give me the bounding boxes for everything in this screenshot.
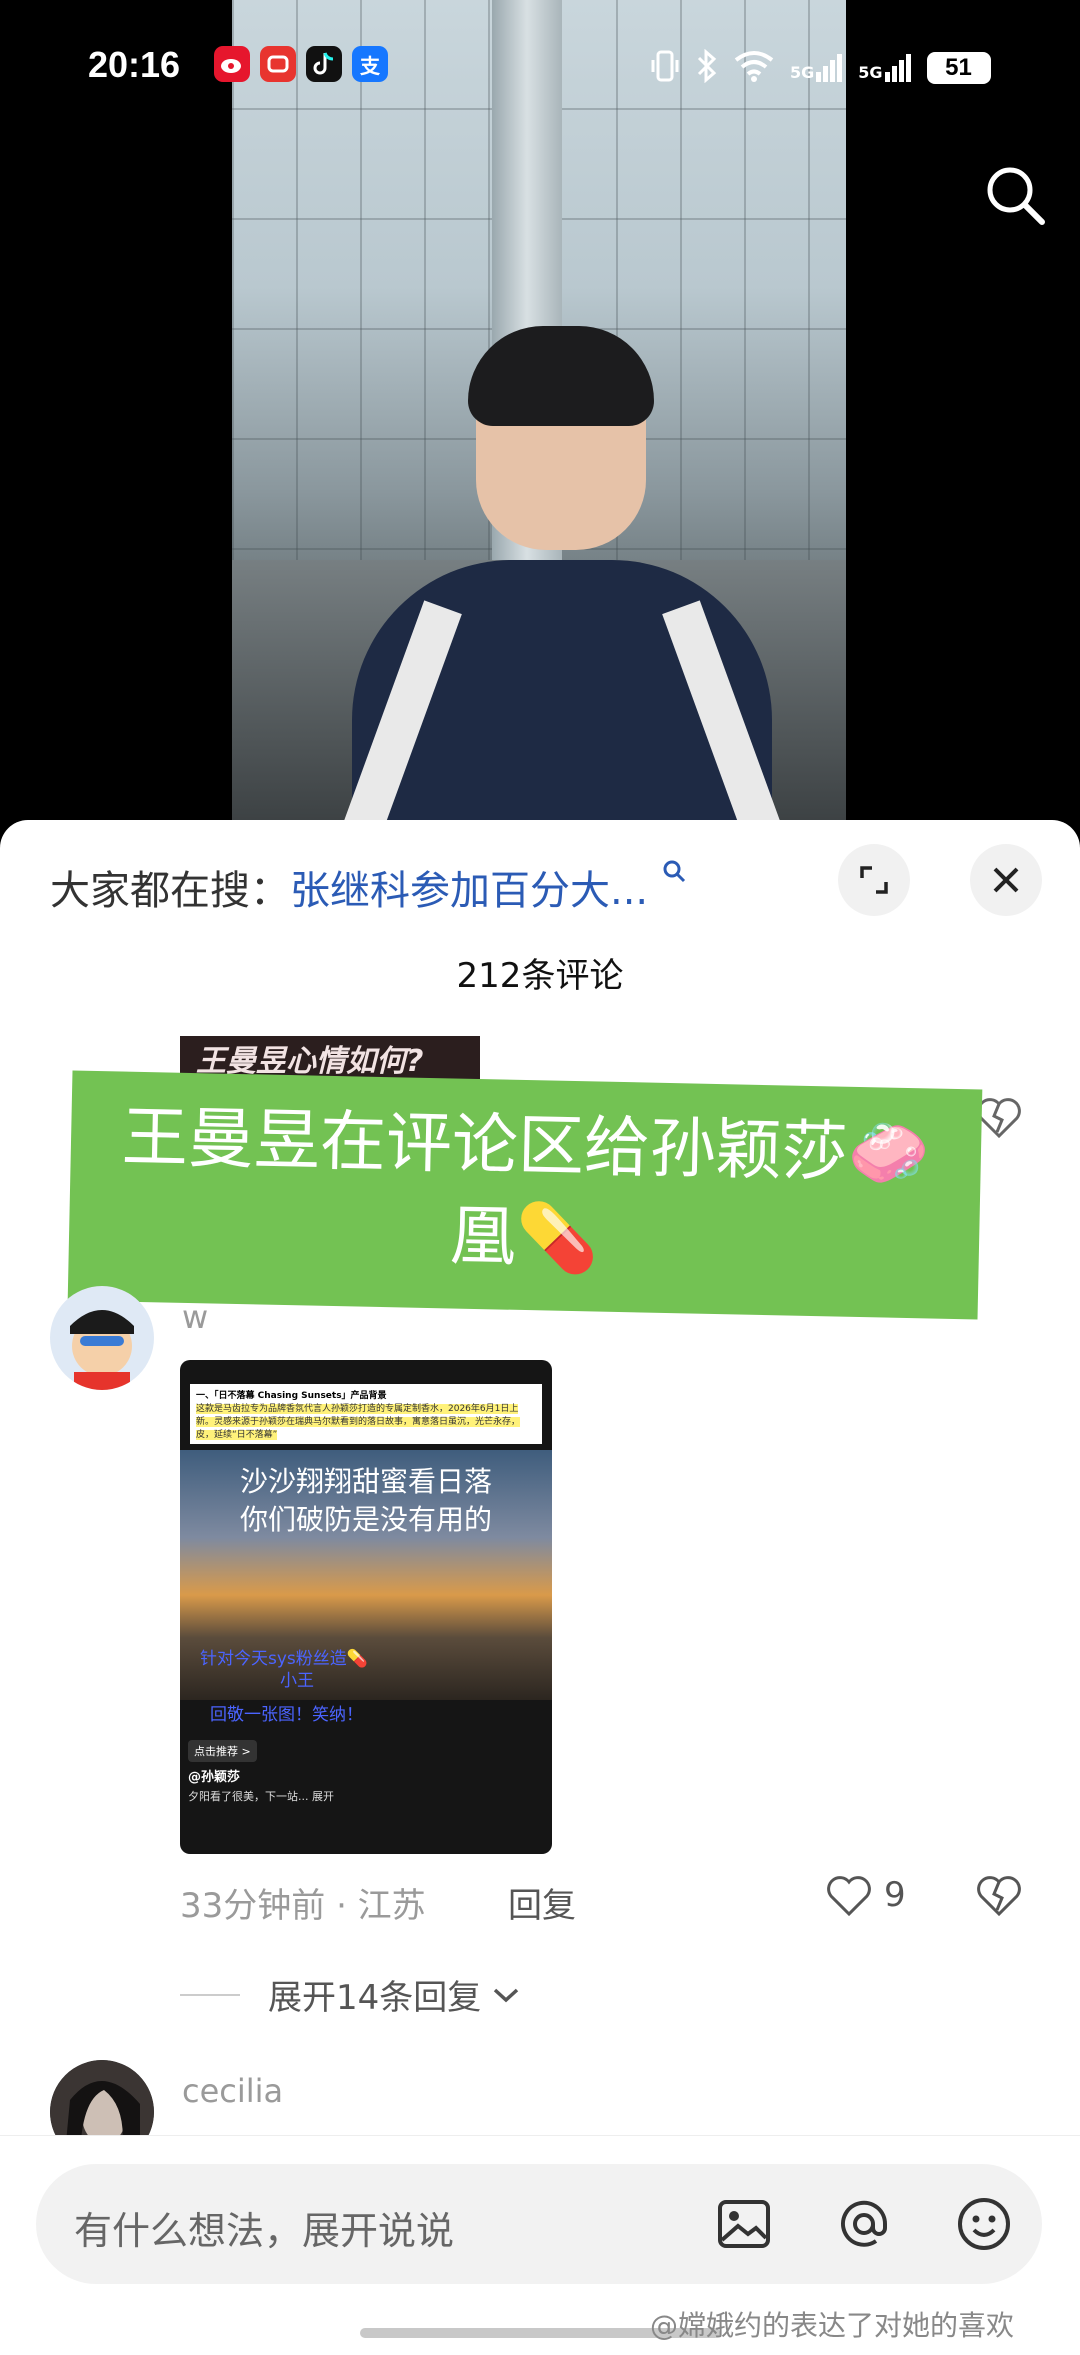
banner-line-2: 凰💊	[449, 1197, 599, 1278]
expand-divider	[180, 1993, 240, 1996]
system-icons: 5G 5G 51	[650, 48, 991, 88]
hot-search-query[interactable]: 张继科参加百分大...	[290, 868, 648, 914]
comment-input-bar: 有什么想法，展开说说 @嫦娥约的表达了对她的喜欢	[0, 2135, 1080, 2355]
at-icon[interactable]	[830, 2190, 898, 2258]
comment-username[interactable]: cecilia	[182, 2072, 283, 2110]
image-badge: 点击推荐 >	[188, 1740, 257, 1762]
weibo-watermark: @嫦娥约的表达了对她的喜欢	[650, 2309, 1015, 2342]
expand-replies-label: 展开14条回复	[268, 1978, 482, 2018]
comment-time-location: 33分钟前 · 江苏	[180, 1886, 426, 1926]
reply-button[interactable]: 回复	[508, 1878, 576, 1927]
wifi-icon	[734, 50, 774, 86]
network-label-2: 5G	[858, 63, 883, 82]
heart-icon	[827, 1876, 871, 1916]
pill-emoji-icon: 💊	[515, 1198, 599, 1278]
like-button[interactable]: 9	[826, 1874, 906, 1916]
comment-panel: 大家都在搜：张继科参加百分大... 212条评论 王曼昱心情如何? 9 王曼昱在…	[0, 820, 1080, 2354]
broken-heart-icon	[977, 1876, 1021, 1916]
comment-username[interactable]: w	[182, 1298, 208, 1336]
image-caption-1: 沙沙翔翔甜蜜看日落	[239, 1465, 492, 1498]
alipay-icon: 支	[352, 46, 388, 82]
status-bar: 20:16 支 5G 5G 51	[0, 38, 1080, 98]
comment-input-placeholder: 有什么想法，展开说说	[74, 2209, 455, 2253]
emoji-icon[interactable]	[950, 2190, 1018, 2258]
previous-comment-dislike[interactable]	[976, 1096, 1022, 1138]
avatar[interactable]	[50, 1286, 154, 1390]
comment-count: 212条评论	[456, 956, 624, 996]
image-user-tag: @孙颖莎	[188, 1770, 241, 1785]
image-caption-4: 小王	[280, 1671, 314, 1691]
status-time: 20:16	[88, 44, 181, 85]
dislike-button[interactable]	[976, 1874, 1022, 1916]
expand-icon[interactable]	[838, 844, 910, 916]
notification-icons: 支	[214, 46, 388, 82]
signal-icon-2: 5G	[858, 54, 911, 82]
hot-search-bar[interactable]: 大家都在搜：张继科参加百分大...	[50, 858, 687, 916]
image-caption-5: 回敬一张图！笑纳！	[210, 1705, 363, 1725]
like-count: 9	[884, 1875, 906, 1915]
battery-indicator: 51	[926, 52, 991, 84]
network-label-1: 5G	[790, 63, 815, 82]
soap-emoji-icon: 🧼	[847, 1113, 931, 1193]
video-frame[interactable]	[232, 0, 846, 820]
banner-line-1: 王曼昱在评论区给孙颖莎🧼	[121, 1098, 931, 1193]
bluetooth-icon	[696, 48, 718, 87]
close-icon[interactable]	[970, 844, 1042, 916]
tiktok-icon	[306, 46, 342, 82]
image-document-snippet: 一、「日不落幕 Chasing Sunsets」产品背景 这款是马齿拉专为品牌香…	[190, 1384, 542, 1444]
overlay-banner: 王曼昱在评论区给孙颖莎🧼 凰💊	[67, 1070, 983, 1320]
signal-icon-1: 5G	[790, 54, 843, 82]
search-icon[interactable]	[980, 160, 1050, 230]
image-footer: 夕阳看了很美，下一站... 展开	[188, 1790, 334, 1803]
weibo-icon	[214, 46, 250, 82]
magnifier-icon	[661, 860, 687, 891]
app-red-icon	[260, 46, 296, 82]
expand-replies-button[interactable]: 展开14条回复	[180, 1970, 521, 2019]
image-caption-2: 你们破防是没有用的	[239, 1503, 492, 1536]
comment-image[interactable]: 一、「日不落幕 Chasing Sunsets」产品背景 这款是马齿拉专为品牌香…	[180, 1360, 552, 1854]
comment-input[interactable]: 有什么想法，展开说说	[36, 2164, 1042, 2284]
image-icon[interactable]	[710, 2190, 778, 2258]
hot-search-prefix: 大家都在搜：	[50, 868, 290, 914]
chevron-down-icon	[494, 1988, 519, 2002]
vibrate-icon	[650, 48, 680, 88]
video-player[interactable]	[0, 0, 1080, 820]
broken-heart-icon	[977, 1098, 1021, 1138]
